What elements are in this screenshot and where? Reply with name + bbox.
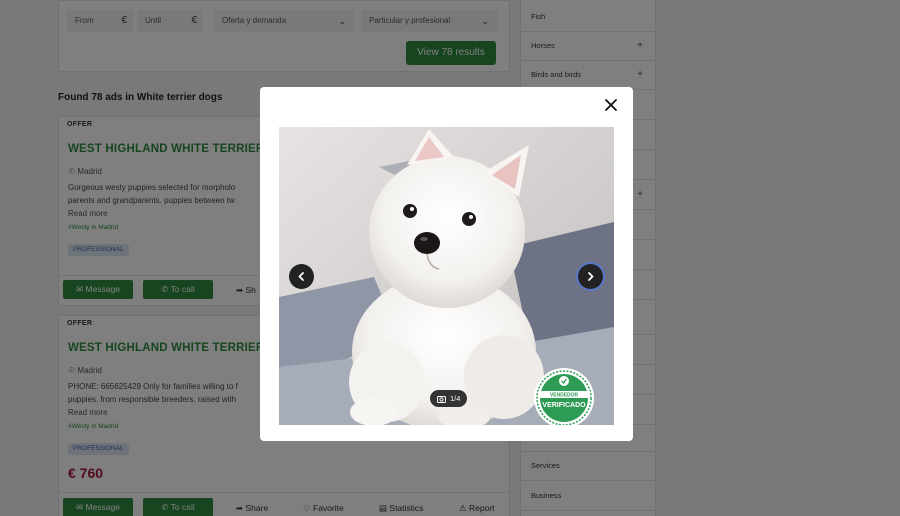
next-image-button[interactable]: [578, 264, 603, 289]
image-counter-text: 1/4: [450, 394, 461, 403]
verified-seller-seal: VENDEDOR VERIFICADO: [534, 368, 594, 425]
seal-bottom-text: VERIFICADO: [542, 402, 586, 409]
close-icon[interactable]: [602, 96, 620, 114]
seal-top-text: VENDEDOR: [550, 393, 579, 399]
previous-image-button[interactable]: [289, 264, 314, 289]
image-gallery-modal: 1/4 VENDEDOR VERIFICADO: [260, 87, 633, 441]
chevron-right-icon: [588, 272, 594, 281]
chevron-left-icon: [298, 272, 304, 281]
camera-icon: [437, 395, 446, 403]
gallery-photo: 1/4 VENDEDOR VERIFICADO: [279, 127, 614, 425]
image-counter: 1/4: [430, 390, 468, 407]
